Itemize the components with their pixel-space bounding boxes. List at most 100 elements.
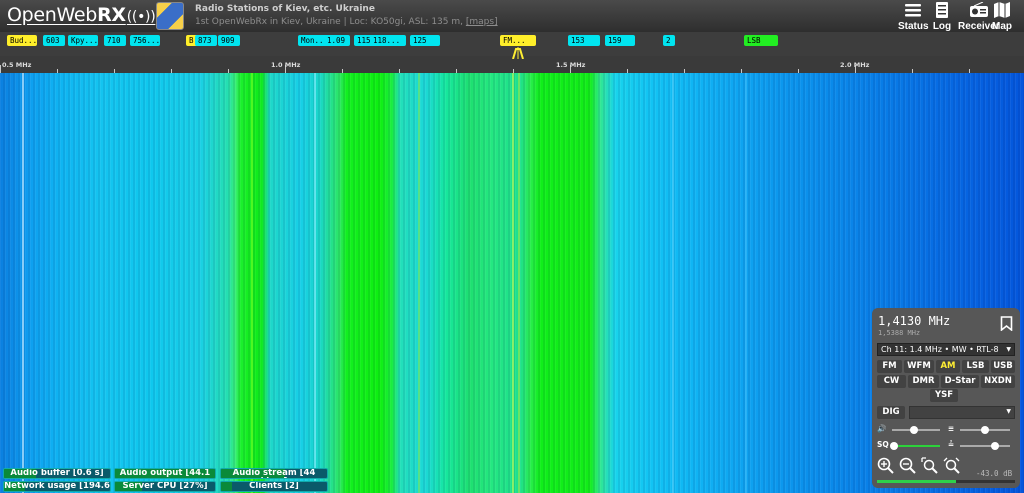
smeter-value: -43.0 dB [976, 469, 1013, 478]
nav-map[interactable]: Map [992, 2, 1012, 32]
mode-usb-button[interactable]: USB [991, 360, 1015, 373]
squelch-slider[interactable] [890, 442, 940, 450]
mode-dstar-button[interactable]: D-Star [941, 375, 979, 388]
mode-row-2: CW DMR D-Star NXDN [877, 375, 1015, 388]
waterfall-signal [745, 73, 747, 493]
bookmark[interactable]: 125 [410, 35, 440, 46]
waterfall-display[interactable] [0, 73, 1024, 493]
chevron-down-icon: ▼ [1006, 346, 1011, 353]
squelch-icon: SQ [877, 440, 889, 449]
smeter-fill [877, 480, 956, 483]
channel-select[interactable]: Ch 11: 1.4 MHz • MW • RTL-8 ▼ [877, 343, 1015, 356]
chevron-down-icon: ▼ [1006, 408, 1011, 415]
smeter-bar [877, 480, 1015, 483]
audio-output-bar: Audio output [44.1 [114, 468, 216, 479]
brand-suffix: RX [97, 4, 126, 26]
gain-icon: ≟ [947, 440, 955, 449]
demodulator-marker-icon[interactable] [511, 47, 525, 59]
waterfall-signal [512, 73, 514, 493]
volume-icon: 🔊 [877, 424, 887, 433]
waterfall-signal [314, 73, 316, 493]
nav-log[interactable]: Log [932, 2, 952, 32]
server-cpu-bar: Server CPU [27%] [114, 481, 216, 492]
bookmark[interactable]: 159 [605, 35, 635, 46]
bookmark[interactable]: LSB [744, 35, 778, 46]
mode-fm-button[interactable]: FM [877, 360, 902, 373]
bookmark[interactable]: 710 [104, 35, 126, 46]
scale-label: 0.5 MHz [2, 61, 32, 69]
receiver-panel: 1,4130 MHz 1,5388 MHz Ch 11: 1.4 MHz • M… [872, 308, 1020, 488]
mode-lsb-button[interactable]: LSB [962, 360, 989, 373]
scale-label: 1.5 MHz [556, 61, 586, 69]
receiver-title: Radio Stations of Kiev, etc. Ukraine [195, 4, 375, 14]
scale-label: 1.0 MHz [271, 61, 301, 69]
waterfall-signal [22, 73, 24, 493]
receiver-avatar[interactable] [156, 2, 184, 30]
mode-wfm-button[interactable]: WFM [904, 360, 934, 373]
audio-stream-bar: Audio stream [44 kbps] [220, 468, 328, 479]
noise-reduction-knob[interactable] [981, 426, 989, 434]
map-icon [994, 2, 1010, 18]
mode-am-button[interactable]: AM [936, 360, 960, 373]
bookmark[interactable]: 2 [663, 35, 675, 46]
gain-knob[interactable] [991, 442, 999, 450]
audio-buffer-text: Audio buffer [0.6 s] [10, 468, 104, 478]
volume-slider[interactable] [892, 426, 940, 434]
maps-link[interactable]: [maps] [466, 17, 498, 27]
channel-select-value: Ch 11: 1.4 MHz • MW • RTL-8 [881, 345, 999, 354]
openwebrx-logo[interactable]: OpenWebRX((•)) [7, 4, 156, 26]
noise-reduction-slider[interactable] [960, 426, 1010, 434]
waterfall-signal [251, 73, 253, 493]
bookmark[interactable]: 1.09 [324, 35, 350, 46]
frequency-display[interactable]: 1,4130 MHz [878, 314, 950, 328]
volume-knob[interactable] [909, 426, 918, 434]
bookmark[interactable]: Кру... [68, 35, 98, 46]
mode-ysf-button[interactable]: YSF [930, 389, 958, 402]
bookmark[interactable]: 153 [568, 35, 600, 46]
zoom-in-max-icon[interactable] [921, 457, 938, 474]
bookmark[interactable]: 118... [370, 35, 406, 46]
status-icon [905, 4, 922, 17]
audio-buffer-bar: Audio buffer [0.6 s] [3, 468, 111, 479]
bookmark[interactable]: 756... [130, 35, 160, 46]
bookmark[interactable]: 603 [43, 35, 65, 46]
mode-row-3: YSF [930, 389, 958, 402]
bookmark[interactable]: FM... [500, 35, 536, 46]
dig-button[interactable]: DIG [877, 406, 905, 419]
mode-dmr-button[interactable]: DMR [908, 375, 939, 388]
mode-cw-button[interactable]: CW [877, 375, 906, 388]
receiver-icon [969, 2, 988, 17]
brand-prefix: OpenWeb [7, 4, 98, 26]
noise-reduction-icon: ≡ [947, 424, 955, 433]
log-icon [936, 2, 948, 18]
mode-nxdn-button[interactable]: NXDN [981, 375, 1015, 388]
audio-stream-text: Audio stream [44 kbps] [232, 468, 316, 478]
scale-tick [0, 65, 1, 73]
zoom-in-icon[interactable] [877, 457, 894, 474]
bookmark[interactable]: Bud... [7, 35, 37, 46]
mode-row-1: FM WFM AM LSB USB [877, 360, 1015, 373]
add-bookmark-icon[interactable] [1000, 316, 1013, 331]
offset-frequency: 1,5388 MHz [878, 329, 921, 337]
nav-map-label: Map [992, 21, 1012, 32]
zoom-out-full-icon[interactable] [943, 457, 960, 474]
digital-mode-select[interactable]: ▼ [909, 406, 1015, 419]
nav-log-label: Log [932, 21, 952, 32]
waterfall-signal [672, 73, 674, 493]
network-usage-text: Network usage [194.6 [4, 481, 110, 491]
receiver-description: 1st OpenWebRx in Kiev, Ukraine | Loc: KO… [195, 17, 498, 27]
server-cpu-text: Server CPU [27%] [122, 481, 208, 491]
top-header: OpenWebRX((•)) Radio Stations of Kiev, e… [0, 0, 1024, 32]
bookmark[interactable]: 909 [218, 35, 240, 46]
clients-text: Clients [2] [249, 481, 299, 491]
gain-slider[interactable] [960, 442, 1010, 450]
clients-bar: Clients [2] [220, 481, 328, 492]
network-usage-bar: Network usage [194.6 [3, 481, 111, 492]
squelch-knob[interactable] [890, 442, 899, 450]
nav-status-label: Status [898, 21, 929, 32]
zoom-out-icon[interactable] [899, 457, 916, 474]
nav-status[interactable]: Status [898, 2, 929, 32]
scale-label: 2.0 MHz [840, 61, 870, 69]
waterfall-signal [518, 73, 520, 493]
bookmark[interactable]: 873 [195, 35, 217, 46]
